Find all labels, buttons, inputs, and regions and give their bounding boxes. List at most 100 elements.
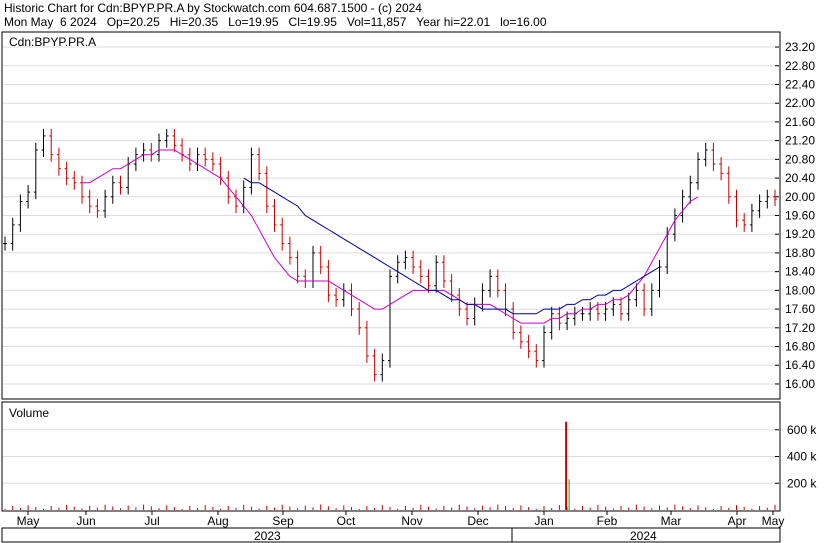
ohlc-bar — [457, 288, 462, 317]
ohlc-bar — [164, 128, 169, 148]
price-grid — [3, 46, 779, 385]
symbol-label: Cdn:BPYP.PR.A — [9, 35, 96, 49]
ohlc-bar — [388, 269, 392, 368]
x-tick-label: Jul — [144, 514, 159, 528]
ohlc-bar — [349, 283, 354, 317]
x-tick-label: Mar — [661, 514, 682, 528]
ohlc-bar — [411, 250, 416, 274]
ohlc-bar — [295, 250, 300, 284]
x-tick-label: May — [762, 514, 785, 528]
ohlc-bar — [518, 325, 523, 349]
ohlc-bar — [672, 208, 677, 242]
volume-grid: 600 k 400 k 200 k — [3, 423, 817, 490]
ohlc-bar — [642, 283, 647, 317]
ohlc-bar — [87, 189, 92, 214]
price-tick-label: 18.00 — [785, 283, 815, 297]
ohlc-bar — [157, 133, 161, 162]
ohlc-bar — [257, 147, 262, 181]
price-tick-label: 17.20 — [785, 321, 815, 335]
ohlc-bar — [41, 128, 46, 158]
ohlc-bar — [734, 189, 739, 228]
ohlc-bar — [3, 236, 7, 251]
ohlc-bar — [549, 306, 554, 340]
ohlc-bar — [103, 189, 108, 218]
x-tick-label: Sep — [272, 514, 294, 528]
ohlc-bar — [649, 283, 654, 317]
ohlc-bar — [680, 189, 685, 223]
x-tick-label: Nov — [401, 514, 422, 528]
price-tick-label: 22.80 — [785, 59, 815, 73]
ohlc-bar — [765, 189, 770, 209]
ohlc-bar — [380, 353, 385, 382]
ohlc-bar — [234, 189, 238, 214]
ohlc-bar — [56, 147, 61, 176]
price-tick-label: 20.40 — [785, 171, 815, 185]
price-tick-label: 19.20 — [785, 227, 815, 241]
ohlc-bar — [465, 302, 469, 326]
ohlc-bar — [203, 147, 208, 167]
ohlc-bars — [3, 128, 777, 382]
x-tick-label: Jan — [534, 514, 553, 528]
ohlc-bar — [488, 269, 493, 298]
price-tick-label: 22.40 — [785, 77, 815, 91]
price-tick-label: 20.00 — [785, 190, 815, 204]
ohlc-bar — [480, 283, 485, 312]
x-tick-label: Dec — [467, 514, 488, 528]
price-tick-label: 21.20 — [785, 134, 815, 148]
price-tick-label: 23.20 — [785, 40, 815, 54]
price-tick-label: 16.80 — [785, 340, 815, 354]
ohlc-bar — [503, 283, 508, 317]
ohlc-bar — [287, 236, 292, 265]
price-tick-label: 16.40 — [785, 358, 815, 372]
ohlc-bar — [726, 166, 731, 204]
ohlc-bar — [757, 194, 762, 218]
x-tick-label: Feb — [597, 514, 618, 528]
price-tick-label: 19.60 — [785, 209, 815, 223]
ohlc-bar — [719, 157, 724, 181]
price-tick-label: 22.00 — [785, 96, 815, 110]
volume-tick-label: 200 k — [787, 476, 817, 490]
ohlc-bar — [18, 194, 23, 232]
ohlc-bar — [449, 273, 454, 303]
ohlc-bar — [110, 175, 115, 204]
price-tick-label: 16.00 — [785, 377, 815, 391]
x-axis: May Jun Jul Aug Sep Oct Nov Dec Jan Feb Mar Apr May — [17, 511, 785, 528]
year-label-2023: 2023 — [254, 529, 281, 543]
price-tick-label: 17.60 — [785, 302, 815, 316]
year-label-2024: 2024 — [630, 529, 657, 543]
ohlc-bar — [511, 302, 516, 340]
ohlc-bar — [180, 138, 185, 162]
ohlc-bar — [534, 344, 539, 368]
x-tick-label: May — [17, 514, 40, 528]
ohlc-bar — [703, 142, 708, 167]
ohlc-bar — [434, 255, 439, 293]
ohlc-bar — [218, 157, 223, 186]
ohlc-bar — [318, 245, 323, 274]
year-band — [1, 527, 781, 543]
ohlc-bar — [357, 302, 362, 335]
x-tick-label: Jun — [76, 514, 95, 528]
ohlc-bar — [341, 283, 346, 307]
ohlc-bar — [773, 189, 777, 207]
ohlc-bar — [395, 255, 400, 284]
ohlc-bar — [72, 171, 77, 190]
ohlc-bar — [64, 161, 69, 186]
volume-tick-label: 400 k — [787, 450, 817, 464]
x-tick-label: Aug — [207, 514, 228, 528]
volume-tick-label: 600 k — [787, 423, 817, 437]
ohlc-bar — [696, 152, 700, 190]
ohlc-bar — [264, 166, 269, 214]
ohlc-bar — [749, 203, 754, 232]
ohlc-bar — [626, 292, 631, 321]
stock-chart: 23.20 22.80 22.40 22.00 21.60 21.20 20.80 20.40… — [1, 31, 817, 543]
ohlc-bar — [364, 320, 369, 363]
price-tick-label: 18.80 — [785, 246, 815, 260]
ohlc-bar — [33, 142, 38, 200]
price-tick-labels: 23.20 22.80 22.40 22.00 21.60 21.20 20.80 20.40… — [775, 40, 815, 391]
price-tick-label: 18.40 — [785, 265, 815, 279]
ohlc-bar — [711, 142, 716, 172]
ohlc-bar — [80, 175, 84, 204]
ohlc-bar — [210, 152, 215, 172]
price-tick-label: 21.60 — [785, 115, 815, 129]
x-tick-label: Apr — [728, 514, 747, 528]
